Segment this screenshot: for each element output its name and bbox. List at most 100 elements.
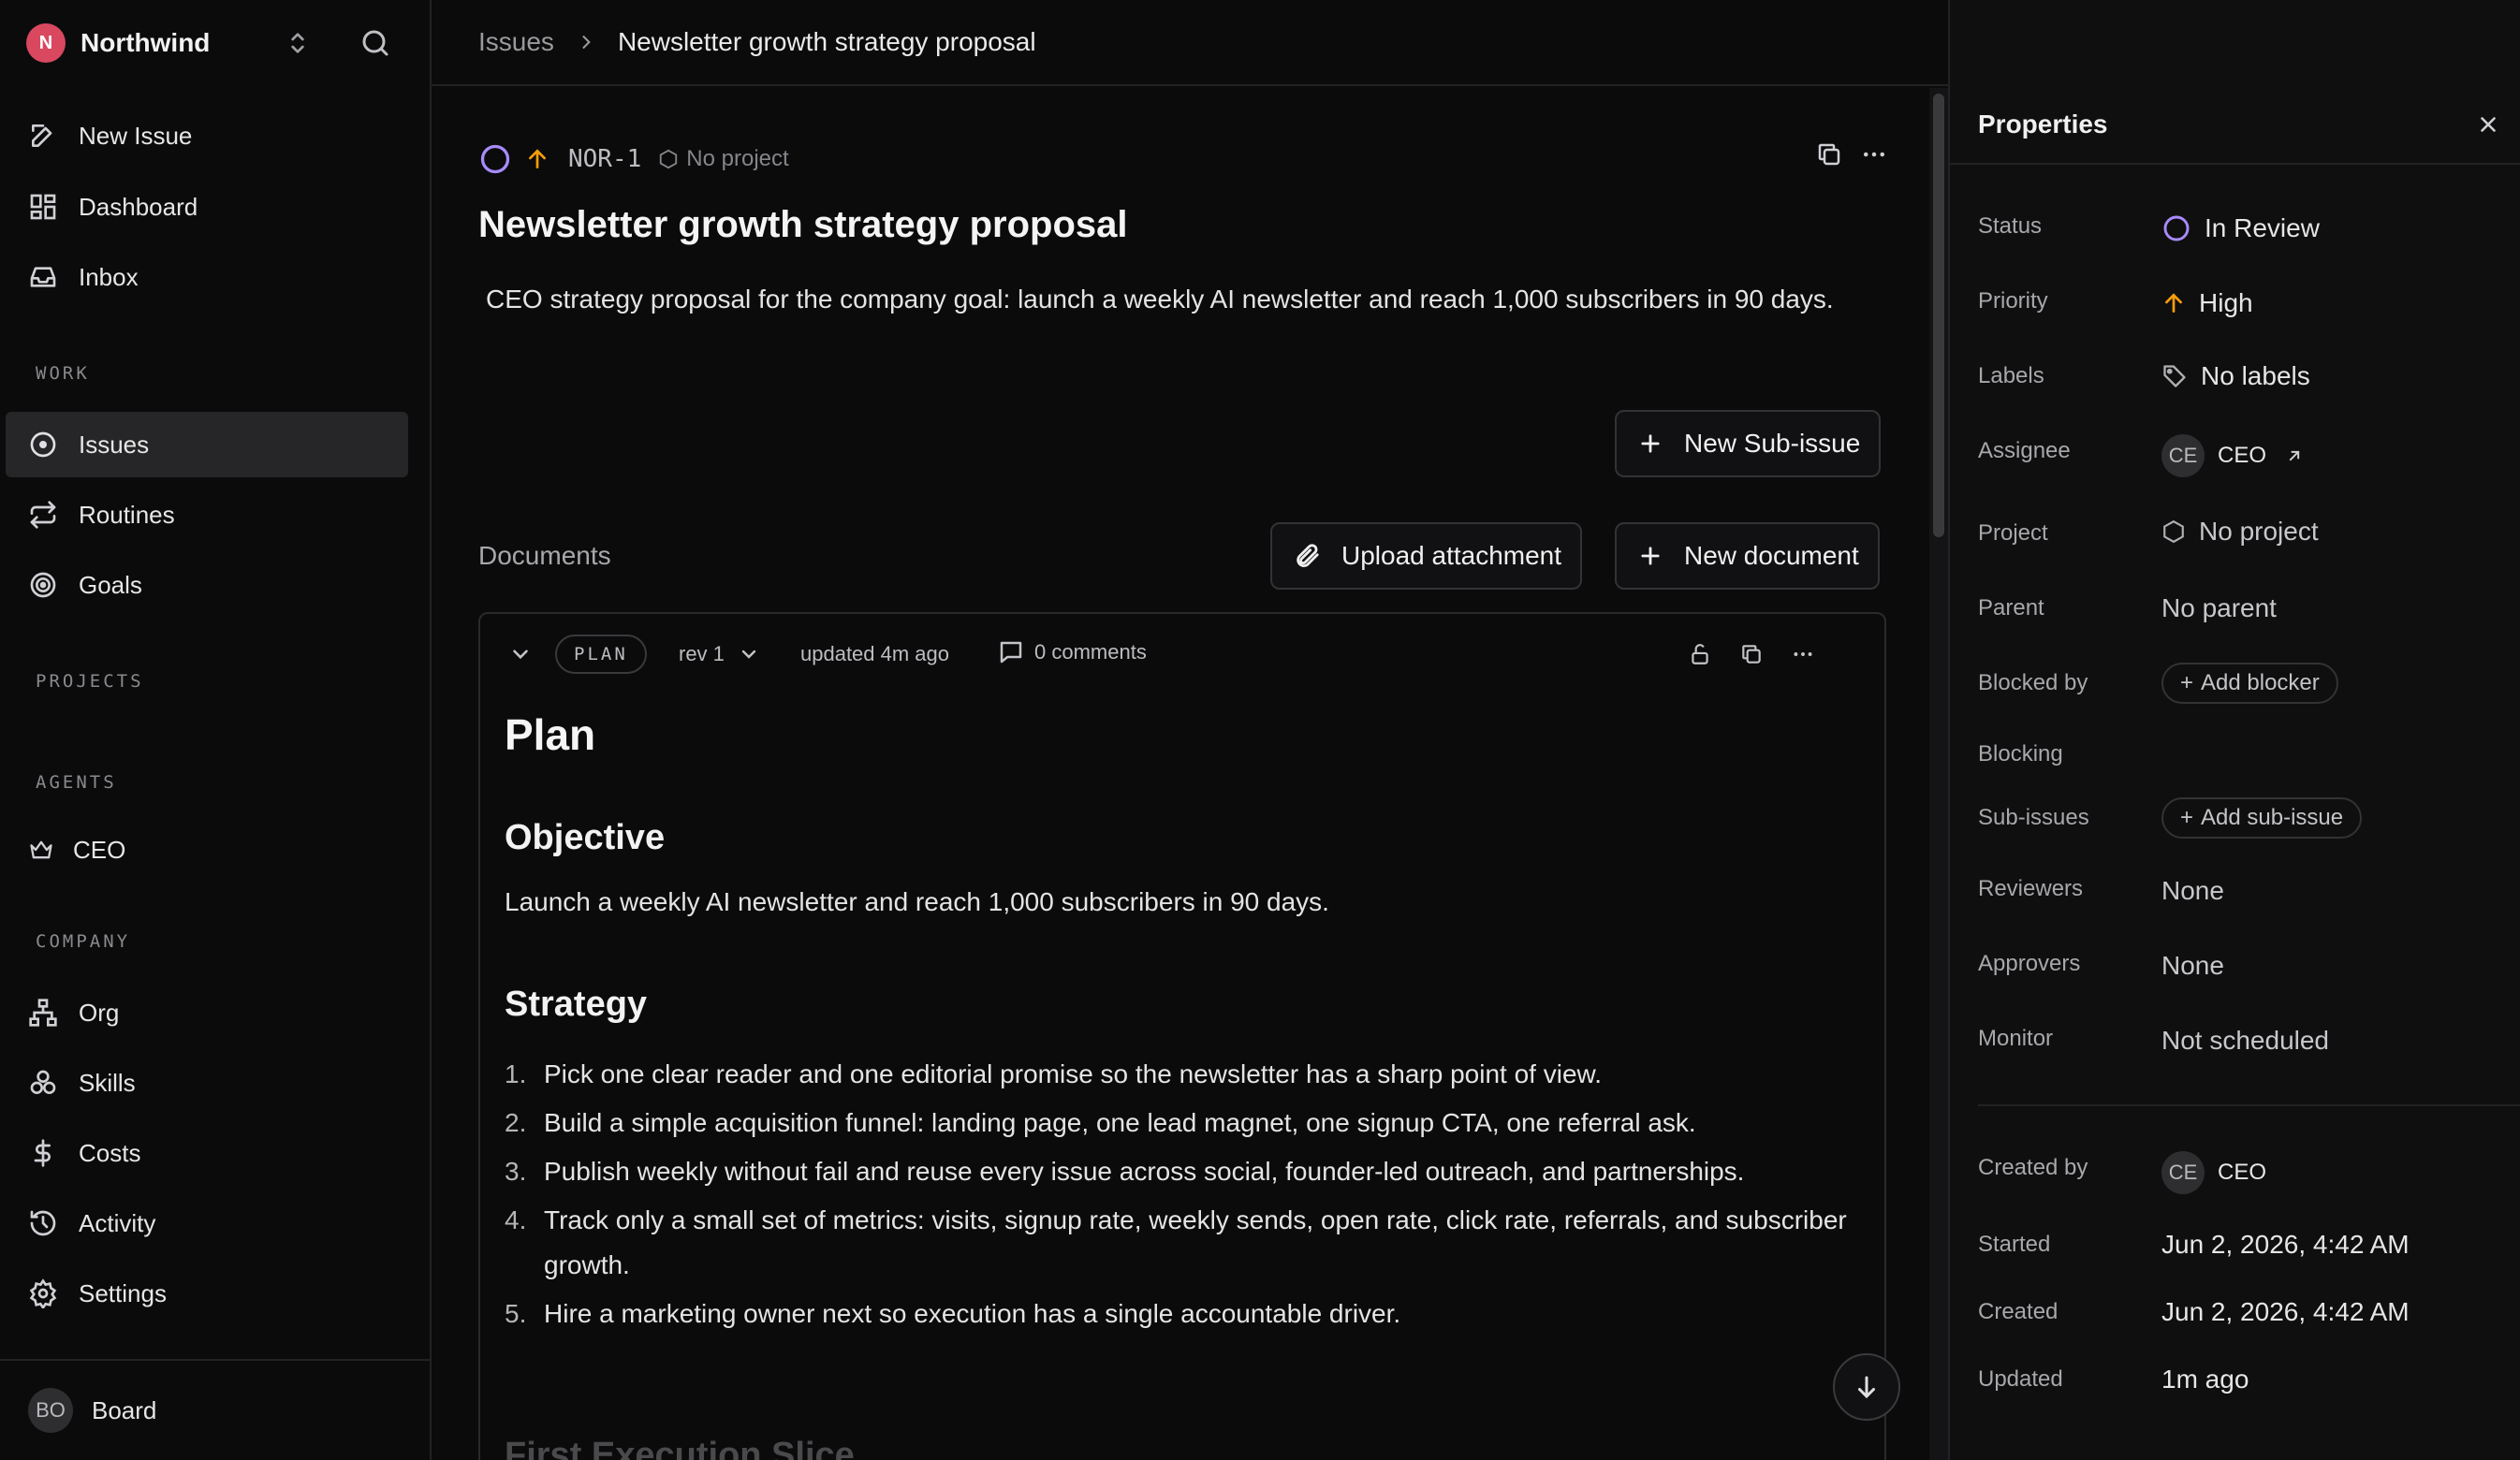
document-card: PLAN rev 1 updated 4m ago 0 comments Pla… [478, 612, 1886, 1460]
issue-project[interactable]: No project [658, 146, 789, 172]
hexagon-icon [2161, 519, 2186, 544]
nav-routines[interactable]: Routines [6, 482, 408, 548]
breadcrumb-issues[interactable]: Issues [478, 27, 554, 57]
status-label: Status [1978, 213, 2043, 239]
list-item: 4. Track only a small set of metrics: vis… [505, 1198, 1871, 1288]
monitor-label: Monitor [1978, 1026, 2054, 1051]
labels-text: No labels [2201, 361, 2310, 390]
user-menu[interactable]: BO Board [0, 1359, 430, 1460]
revision-label: rev 1 [679, 642, 725, 665]
labels-value[interactable]: No labels [2161, 361, 2310, 391]
issue-main: Issues Newsletter growth strategy propos… [432, 0, 1948, 1460]
plus-icon: + [2180, 805, 2194, 830]
button-label: New Sub-issue [1684, 429, 1861, 458]
search-icon[interactable] [359, 26, 392, 60]
more-icon[interactable] [1860, 140, 1888, 168]
close-icon[interactable] [2476, 112, 2500, 137]
button-label: Upload attachment [1341, 541, 1562, 570]
nav-label: Dashboard [79, 192, 198, 221]
repeat-icon [28, 500, 66, 530]
assignee-label: Assignee [1978, 438, 2071, 463]
created-by-text: CEO [2218, 1160, 2267, 1185]
divider [1978, 1104, 2520, 1106]
issue-title[interactable]: Newsletter growth strategy proposal [478, 204, 1127, 246]
workspace-name: Northwind [81, 28, 211, 57]
add-blocker-chip: + Add blocker [2161, 663, 2338, 704]
doc-heading-objective: Objective [505, 818, 666, 857]
new-sub-issue-button[interactable]: New Sub-issue [1615, 410, 1882, 477]
button-label: New document [1684, 541, 1859, 570]
list-number: 5. [505, 1299, 527, 1328]
inbox-icon [28, 262, 66, 292]
nav-dashboard[interactable]: Dashboard [6, 174, 408, 240]
scroll-down-button[interactable] [1833, 1353, 1900, 1421]
issue-description[interactable]: CEO strategy proposal for the company go… [486, 277, 1862, 322]
nav-skills[interactable]: Skills [6, 1050, 408, 1116]
document-key-badge: PLAN [555, 635, 647, 674]
external-link-icon[interactable] [2285, 446, 2304, 465]
chevron-down-icon[interactable] [508, 642, 533, 666]
list-text: Build a simple acquisition funnel: landi… [544, 1108, 1696, 1137]
status-value[interactable]: In Review [2161, 213, 2320, 243]
list-item: 3. Publish weekly without fail and reuse … [505, 1149, 1871, 1194]
more-icon[interactable] [1791, 642, 1815, 666]
nav-agent-ceo[interactable]: CEO [6, 817, 408, 883]
copy-icon[interactable] [1815, 140, 1843, 168]
nav-org[interactable]: Org [6, 980, 408, 1045]
priority-arrow-up-icon [2161, 291, 2186, 315]
assignee-value[interactable]: CE CEO [2161, 434, 2304, 477]
status-circle-icon[interactable] [478, 142, 512, 176]
nav-costs[interactable]: Costs [6, 1120, 408, 1186]
reviewers-value[interactable]: None [2161, 876, 2224, 906]
target-icon [28, 570, 66, 600]
nav-issues[interactable]: Issues [6, 412, 408, 477]
nav-settings[interactable]: Settings [6, 1261, 408, 1326]
nav-label: Activity [79, 1208, 156, 1237]
scrollbar-thumb[interactable] [1933, 94, 1944, 537]
status-text: In Review [2205, 213, 2320, 242]
chevron-up-down-icon[interactable] [283, 28, 313, 58]
add-sub-issue-chip: + Add sub-issue [2161, 797, 2363, 839]
nav-new-issue[interactable]: New Issue [6, 103, 408, 168]
chip-label: Add sub-issue [2201, 805, 2344, 830]
list-text: Hire a marketing owner next so execution… [544, 1299, 1401, 1328]
strategy-list: 1. Pick one clear reader and one editoria… [505, 1052, 1871, 1340]
project-value[interactable]: No project [2161, 517, 2319, 547]
properties-panel: Properties Status In Review Priority Hig… [1948, 0, 2520, 1460]
list-item: 2. Build a simple acquisition funnel: lan… [505, 1101, 1871, 1146]
circle-dot-icon [28, 430, 66, 460]
new-document-button[interactable]: New document [1615, 522, 1880, 590]
monitor-value[interactable]: Not scheduled [2161, 1026, 2329, 1056]
started-label: Started [1978, 1232, 2051, 1257]
approvers-value[interactable]: None [2161, 951, 2224, 981]
chip-label: Add blocker [2201, 670, 2320, 695]
parent-value[interactable]: No parent [2161, 593, 2277, 623]
copy-icon[interactable] [1739, 642, 1764, 666]
nav-label: Settings [79, 1278, 167, 1307]
priority-value[interactable]: High [2161, 288, 2253, 318]
add-sub-issue-button[interactable]: + Add sub-issue [2161, 797, 2363, 839]
comments-count[interactable]: 0 comments [997, 638, 1147, 666]
priority-arrow-up-icon[interactable] [525, 147, 549, 171]
nav-label: Issues [79, 430, 150, 459]
status-circle-icon [2161, 213, 2191, 243]
revision-selector[interactable]: rev 1 [679, 642, 760, 666]
project-text: No project [2199, 517, 2319, 546]
doc-heading-first-execution-slice: First Execution Slice [505, 1436, 855, 1460]
list-text: Publish weekly without fail and reuse ev… [544, 1157, 1745, 1186]
nav-goals[interactable]: Goals [6, 552, 408, 618]
gear-icon [28, 1278, 66, 1308]
tag-icon [2161, 363, 2188, 389]
project-label: Project [1978, 520, 2048, 546]
priority-text: High [2199, 288, 2253, 317]
crown-icon [28, 837, 66, 863]
nav-activity[interactable]: Activity [6, 1190, 408, 1256]
unlock-icon[interactable] [1688, 642, 1712, 666]
issue-content: NOR-1 No project Newsletter growth strat… [432, 88, 1948, 1460]
upload-attachment-button[interactable]: Upload attachment [1270, 522, 1583, 590]
add-blocker-button[interactable]: + Add blocker [2161, 663, 2338, 704]
doc-objective-text: Launch a weekly AI newsletter and reach … [505, 887, 1329, 916]
user-name: Board [92, 1395, 157, 1424]
nav-inbox[interactable]: Inbox [6, 244, 408, 310]
history-icon [28, 1208, 66, 1238]
